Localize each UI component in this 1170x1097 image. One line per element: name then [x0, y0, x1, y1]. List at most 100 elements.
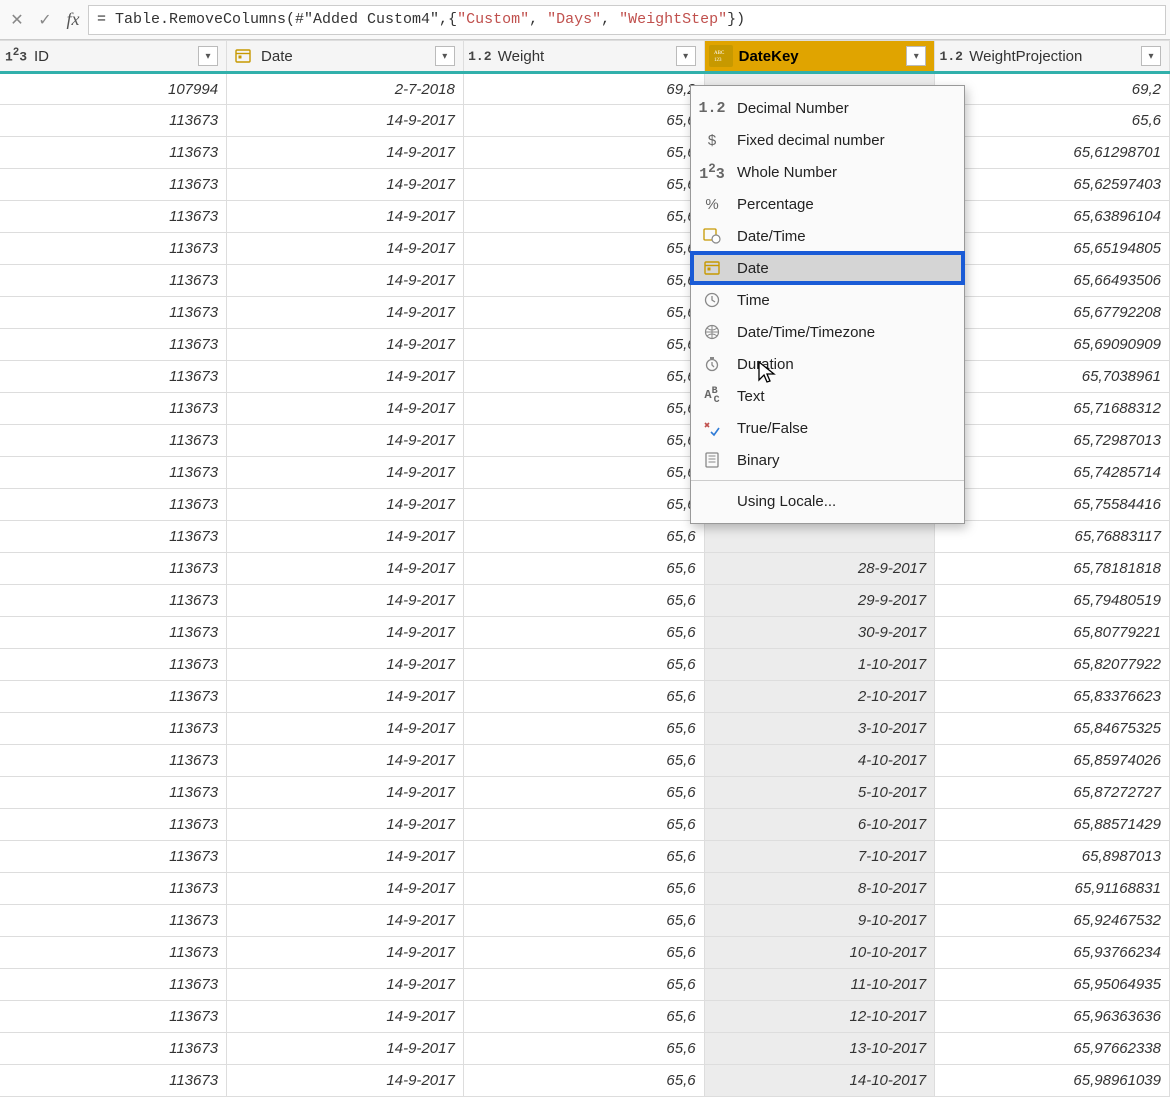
cell[interactable]: 113673	[0, 1001, 227, 1033]
table-row[interactable]: 11367314-9-201765,665,66493506	[0, 265, 1170, 297]
table-row[interactable]: 11367314-9-201765,665,75584416	[0, 489, 1170, 521]
table-row[interactable]: 11367314-9-201765,629-9-201765,79480519	[0, 585, 1170, 617]
menu-item-whole-number[interactable]: 123Whole Number	[691, 156, 964, 188]
cell[interactable]: 65,6	[463, 553, 704, 585]
table-row[interactable]: 11367314-9-201765,665,65194805	[0, 233, 1170, 265]
cell[interactable]: 14-9-2017	[227, 169, 464, 201]
cell[interactable]: 65,6	[463, 681, 704, 713]
cell[interactable]: 107994	[0, 73, 227, 105]
cell[interactable]: 14-9-2017	[227, 969, 464, 1001]
cell[interactable]: 4-10-2017	[704, 745, 935, 777]
cell[interactable]: 65,82077922	[935, 649, 1170, 681]
type-decimal-icon[interactable]: 1.2	[939, 45, 963, 67]
cell[interactable]: 14-10-2017	[704, 1065, 935, 1097]
cell[interactable]: 65,67792208	[935, 297, 1170, 329]
column-header-date[interactable]: Date ▾	[227, 41, 464, 73]
filter-dropdown-button[interactable]: ▾	[676, 46, 696, 66]
cell[interactable]: 65,92467532	[935, 905, 1170, 937]
cell[interactable]: 65,6	[463, 777, 704, 809]
cell[interactable]: 14-9-2017	[227, 489, 464, 521]
cell[interactable]: 14-9-2017	[227, 329, 464, 361]
cell[interactable]: 65,6	[463, 457, 704, 489]
cell[interactable]: 14-9-2017	[227, 681, 464, 713]
cell[interactable]: 65,6	[463, 265, 704, 297]
cell[interactable]: 65,75584416	[935, 489, 1170, 521]
cell[interactable]: 65,6	[463, 233, 704, 265]
cell[interactable]: 113673	[0, 457, 227, 489]
cell[interactable]: 113673	[0, 361, 227, 393]
cell[interactable]	[704, 521, 935, 553]
cell[interactable]: 113673	[0, 713, 227, 745]
table-row[interactable]: 11367314-9-201765,665,6	[0, 105, 1170, 137]
cell[interactable]: 14-9-2017	[227, 937, 464, 969]
cell[interactable]: 65,8987013	[935, 841, 1170, 873]
cell[interactable]: 65,96363636	[935, 1001, 1170, 1033]
cell[interactable]: 28-9-2017	[704, 553, 935, 585]
menu-item-truefalse[interactable]: True/False	[691, 412, 964, 444]
cell[interactable]: 14-9-2017	[227, 841, 464, 873]
menu-item-binary[interactable]: Binary	[691, 444, 964, 476]
table-row[interactable]: 11367314-9-201765,665,67792208	[0, 297, 1170, 329]
cell[interactable]: 65,69090909	[935, 329, 1170, 361]
cell[interactable]: 14-9-2017	[227, 361, 464, 393]
cell[interactable]: 5-10-2017	[704, 777, 935, 809]
cell[interactable]: 14-9-2017	[227, 393, 464, 425]
cell[interactable]: 14-9-2017	[227, 585, 464, 617]
cell[interactable]: 65,93766234	[935, 937, 1170, 969]
cell[interactable]: 65,78181818	[935, 553, 1170, 585]
cell[interactable]: 65,6	[463, 201, 704, 233]
cell[interactable]: 65,6	[463, 1033, 704, 1065]
cell[interactable]: 65,72987013	[935, 425, 1170, 457]
formula-cancel-button[interactable]: ✕	[4, 7, 30, 33]
table-row[interactable]: 11367314-9-201765,628-9-201765,78181818	[0, 553, 1170, 585]
cell[interactable]: 65,61298701	[935, 137, 1170, 169]
table-row[interactable]: 11367314-9-201765,610-10-201765,93766234	[0, 937, 1170, 969]
table-row[interactable]: 11367314-9-201765,64-10-201765,85974026	[0, 745, 1170, 777]
cell[interactable]: 65,85974026	[935, 745, 1170, 777]
cell[interactable]: 14-9-2017	[227, 777, 464, 809]
menu-item-datetimezone[interactable]: Date/Time/Timezone	[691, 316, 964, 348]
cell[interactable]: 65,6	[463, 137, 704, 169]
table-row[interactable]: 11367314-9-201765,612-10-201765,96363636	[0, 1001, 1170, 1033]
cell[interactable]: 11-10-2017	[704, 969, 935, 1001]
cell[interactable]: 65,6	[463, 585, 704, 617]
cell[interactable]: 9-10-2017	[704, 905, 935, 937]
cell[interactable]: 113673	[0, 553, 227, 585]
cell[interactable]: 14-9-2017	[227, 905, 464, 937]
table-row[interactable]: 11367314-9-201765,665,61298701	[0, 137, 1170, 169]
cell[interactable]: 113673	[0, 329, 227, 361]
cell[interactable]: 14-9-2017	[227, 713, 464, 745]
cell[interactable]: 65,6	[463, 329, 704, 361]
cell[interactable]: 65,65194805	[935, 233, 1170, 265]
cell[interactable]: 113673	[0, 1033, 227, 1065]
cell[interactable]: 14-9-2017	[227, 617, 464, 649]
cell[interactable]: 113673	[0, 585, 227, 617]
cell[interactable]: 65,6	[463, 393, 704, 425]
table-row[interactable]: 11367314-9-201765,614-10-201765,98961039	[0, 1065, 1170, 1097]
table-row[interactable]: 11367314-9-201765,6 65,69090909	[0, 329, 1170, 361]
table-row[interactable]: 11367314-9-201765,66-10-201765,88571429	[0, 809, 1170, 841]
cell[interactable]: 14-9-2017	[227, 457, 464, 489]
type-date-icon[interactable]	[231, 45, 255, 67]
cell[interactable]: 113673	[0, 841, 227, 873]
cell[interactable]: 14-9-2017	[227, 1001, 464, 1033]
table-row[interactable]: 11367314-9-201765,65-10-201765,87272727	[0, 777, 1170, 809]
cell[interactable]: 113673	[0, 1065, 227, 1097]
table-row[interactable]: 11367314-9-201765,665,63896104	[0, 201, 1170, 233]
table-row[interactable]: 11367314-9-201765,665,62597403	[0, 169, 1170, 201]
cell[interactable]: 65,95064935	[935, 969, 1170, 1001]
cell[interactable]: 65,6	[463, 841, 704, 873]
cell[interactable]: 14-9-2017	[227, 297, 464, 329]
cell[interactable]: 113673	[0, 233, 227, 265]
cell[interactable]: 113673	[0, 873, 227, 905]
cell[interactable]: 12-10-2017	[704, 1001, 935, 1033]
table-row[interactable]: 11367314-9-201765,613-10-201765,97662338	[0, 1033, 1170, 1065]
cell[interactable]: 113673	[0, 169, 227, 201]
cell[interactable]: 65,6	[463, 905, 704, 937]
cell[interactable]: 65,6	[463, 425, 704, 457]
table-row[interactable]: 11367314-9-201765,68-10-201765,91168831	[0, 873, 1170, 905]
cell[interactable]: 113673	[0, 969, 227, 1001]
cell[interactable]: 65,98961039	[935, 1065, 1170, 1097]
cell[interactable]: 113673	[0, 681, 227, 713]
cell[interactable]: 65,6	[463, 809, 704, 841]
